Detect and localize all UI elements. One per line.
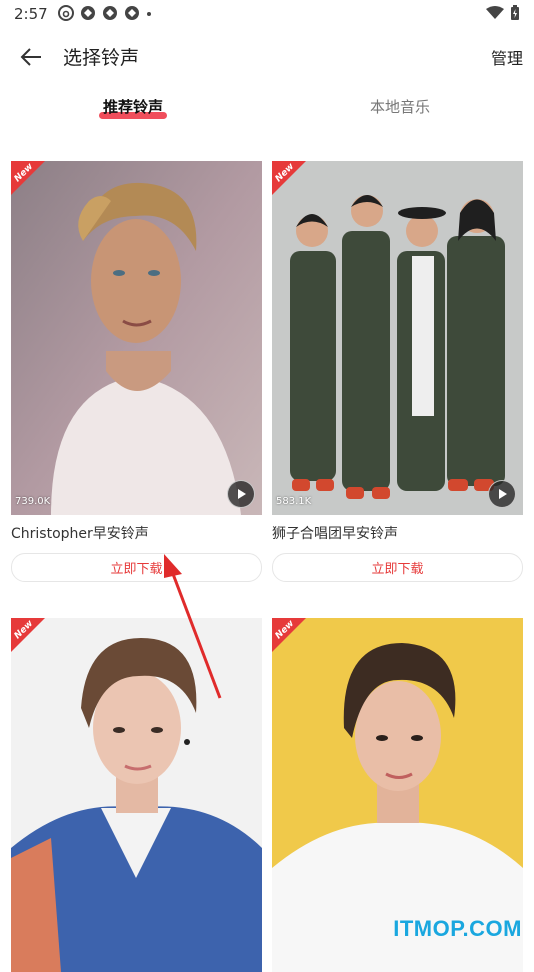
- back-arrow-icon: [20, 48, 41, 66]
- new-badge: New: [11, 618, 61, 668]
- play-count: 739.0K: [15, 496, 51, 507]
- ringtone-title: 狮子合唱团早安铃声: [272, 526, 398, 542]
- download-button[interactable]: 立即下载: [272, 553, 523, 582]
- system-icons: [486, 5, 520, 21]
- ringtone-card[interactable]: New 583.1K 狮子合唱团早安铃声 立即下载: [272, 161, 523, 582]
- watermark: ITMOP.COM: [393, 916, 522, 941]
- annotation-arrow: [164, 554, 222, 699]
- ringtone-cover-image[interactable]: New 583.1K: [272, 161, 523, 515]
- cover-photo: [11, 161, 262, 515]
- play-icon: [238, 489, 246, 499]
- new-badge: New: [272, 618, 322, 668]
- play-button[interactable]: [488, 480, 516, 508]
- status-bar: 2:57: [0, 0, 534, 28]
- notification-icons: [58, 5, 152, 21]
- tab-label: 推荐铃声: [103, 98, 164, 116]
- battery-icon: [511, 5, 519, 20]
- app-header: 选择铃声 管理: [0, 34, 534, 78]
- status-time: 2:57: [14, 5, 48, 23]
- manage-button[interactable]: 管理: [491, 45, 523, 69]
- tab-recommended[interactable]: 推荐铃声: [103, 96, 163, 117]
- new-badge: New: [11, 161, 61, 211]
- ringtone-card[interactable]: New 739.0K Christopher早安铃声 立即下载: [11, 161, 262, 582]
- ringtone-title: Christopher早安铃声: [11, 526, 149, 542]
- tab-label: 本地音乐: [370, 98, 431, 116]
- tab-local-music[interactable]: 本地音乐: [370, 96, 430, 117]
- tab-bar: 推荐铃声 本地音乐: [0, 90, 534, 126]
- app-notification-icon: [81, 6, 95, 20]
- app-notification-icon: [103, 6, 117, 20]
- ringtone-cover-image[interactable]: New 739.0K: [11, 161, 262, 515]
- cover-photo: [272, 161, 523, 515]
- netease-music-icon: [58, 5, 74, 21]
- app-notification-icon: [125, 6, 139, 20]
- new-badge: New: [272, 161, 322, 211]
- play-icon: [499, 489, 507, 499]
- back-button[interactable]: [16, 42, 46, 72]
- page-title: 选择铃声: [63, 47, 140, 69]
- more-notifications-icon: [147, 12, 151, 16]
- play-count: 583.1K: [276, 496, 312, 507]
- play-button[interactable]: [227, 480, 255, 508]
- wifi-icon: [486, 6, 504, 19]
